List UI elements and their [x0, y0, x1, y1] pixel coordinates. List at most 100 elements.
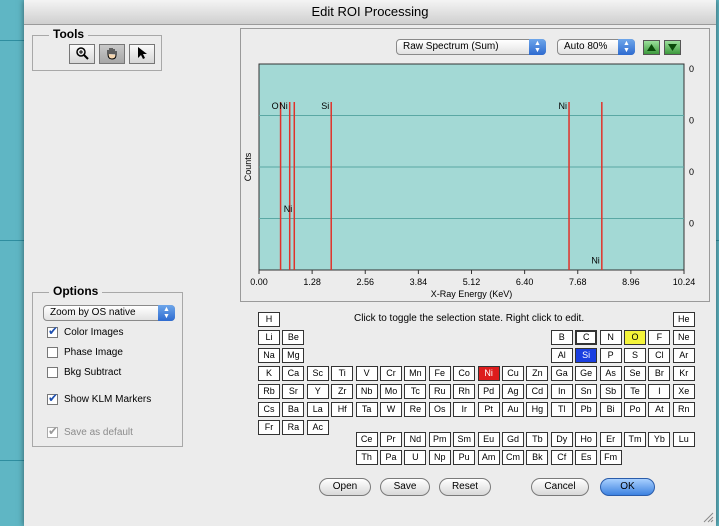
element-button-y[interactable]: Y: [306, 384, 329, 399]
element-button-li[interactable]: Li: [258, 330, 280, 345]
element-button-pr[interactable]: Pr: [380, 432, 402, 447]
scale-up-button[interactable]: [643, 40, 660, 55]
element-button-b[interactable]: B: [550, 330, 573, 345]
element-button-ga[interactable]: Ga: [550, 366, 573, 381]
color-images-checkbox[interactable]: Color Images: [47, 324, 123, 339]
element-button-u[interactable]: U: [404, 450, 427, 465]
element-button-cm[interactable]: Cm: [502, 450, 524, 465]
element-button-tc[interactable]: Tc: [404, 384, 427, 399]
element-button-re[interactable]: Re: [404, 402, 427, 417]
element-button-be[interactable]: Be: [282, 330, 305, 345]
element-button-co[interactable]: Co: [453, 366, 476, 381]
element-button-fe[interactable]: Fe: [428, 366, 451, 381]
show-klm-markers-checkbox[interactable]: Show KLM Markers: [47, 391, 151, 406]
element-button-o[interactable]: O: [624, 330, 646, 345]
element-button-c[interactable]: C: [575, 330, 598, 345]
element-button-ba[interactable]: Ba: [282, 402, 305, 417]
open-button[interactable]: Open: [319, 478, 371, 496]
element-button-cs[interactable]: Cs: [258, 402, 280, 417]
element-button-w[interactable]: W: [380, 402, 402, 417]
element-button-n[interactable]: N: [599, 330, 622, 345]
element-button-pa[interactable]: Pa: [380, 450, 402, 465]
element-button-at[interactable]: At: [648, 402, 671, 417]
element-button-na[interactable]: Na: [258, 348, 280, 363]
element-button-si[interactable]: Si: [575, 348, 598, 363]
element-button-ca[interactable]: Ca: [282, 366, 305, 381]
element-button-he[interactable]: He: [672, 312, 695, 327]
element-button-os[interactable]: Os: [428, 402, 451, 417]
element-button-dy[interactable]: Dy: [550, 432, 573, 447]
element-button-br[interactable]: Br: [648, 366, 671, 381]
element-button-tl[interactable]: Tl: [550, 402, 573, 417]
spectrum-chart[interactable]: 0 0 0 0 0.00 1.28 2.56 3.84 5.12 6.40 7.68 8.96 10.2…: [241, 61, 709, 301]
element-button-sc[interactable]: Sc: [306, 366, 329, 381]
element-button-sr[interactable]: Sr: [282, 384, 305, 399]
element-button-gd[interactable]: Gd: [502, 432, 524, 447]
phase-image-checkbox[interactable]: Phase Image: [47, 345, 123, 359]
element-button-ta[interactable]: Ta: [355, 402, 378, 417]
element-button-cd[interactable]: Cd: [526, 384, 549, 399]
element-button-pb[interactable]: Pb: [575, 402, 598, 417]
element-button-sn[interactable]: Sn: [575, 384, 598, 399]
zoom-mode-select[interactable]: Zoom by OS native ▲ ▼: [43, 305, 175, 321]
element-button-tb[interactable]: Tb: [526, 432, 549, 447]
ok-button[interactable]: OK: [600, 478, 655, 496]
element-button-es[interactable]: Es: [575, 450, 598, 465]
spectrum-source-select[interactable]: Raw Spectrum (Sum) ▲ ▼: [396, 39, 546, 55]
scale-select[interactable]: Auto 80% ▲ ▼: [557, 39, 635, 55]
element-button-ge[interactable]: Ge: [575, 366, 598, 381]
save-button[interactable]: Save: [380, 478, 430, 496]
element-button-ru[interactable]: Ru: [428, 384, 451, 399]
element-button-np[interactable]: Np: [428, 450, 451, 465]
element-button-am[interactable]: Am: [477, 450, 500, 465]
element-button-bi[interactable]: Bi: [599, 402, 622, 417]
element-button-th[interactable]: Th: [355, 450, 378, 465]
element-button-f[interactable]: F: [648, 330, 671, 345]
element-button-ag[interactable]: Ag: [502, 384, 524, 399]
element-button-in[interactable]: In: [550, 384, 573, 399]
element-button-ti[interactable]: Ti: [331, 366, 354, 381]
element-button-nb[interactable]: Nb: [355, 384, 378, 399]
element-button-hg[interactable]: Hg: [526, 402, 549, 417]
element-button-pd[interactable]: Pd: [477, 384, 500, 399]
scale-down-button[interactable]: [664, 40, 681, 55]
element-button-rb[interactable]: Rb: [258, 384, 280, 399]
element-button-ra[interactable]: Ra: [282, 420, 305, 435]
element-button-ac[interactable]: Ac: [306, 420, 329, 435]
element-button-ar[interactable]: Ar: [672, 348, 695, 363]
element-button-cr[interactable]: Cr: [380, 366, 402, 381]
element-button-cf[interactable]: Cf: [550, 450, 573, 465]
element-button-cl[interactable]: Cl: [648, 348, 671, 363]
element-button-mn[interactable]: Mn: [404, 366, 427, 381]
element-button-eu[interactable]: Eu: [477, 432, 500, 447]
element-button-zr[interactable]: Zr: [331, 384, 354, 399]
element-button-sb[interactable]: Sb: [599, 384, 622, 399]
resize-grip-icon[interactable]: [702, 511, 714, 523]
arrow-pointer-tool-button[interactable]: [129, 44, 155, 64]
element-button-zn[interactable]: Zn: [526, 366, 549, 381]
element-button-i[interactable]: I: [648, 384, 671, 399]
element-button-rn[interactable]: Rn: [672, 402, 695, 417]
element-button-hf[interactable]: Hf: [331, 402, 354, 417]
element-button-h[interactable]: H: [258, 312, 280, 327]
element-button-mg[interactable]: Mg: [282, 348, 305, 363]
element-button-lu[interactable]: Lu: [672, 432, 695, 447]
element-button-la[interactable]: La: [306, 402, 329, 417]
element-button-as[interactable]: As: [599, 366, 622, 381]
element-button-pu[interactable]: Pu: [453, 450, 476, 465]
element-button-rh[interactable]: Rh: [453, 384, 476, 399]
element-button-tm[interactable]: Tm: [624, 432, 646, 447]
element-button-au[interactable]: Au: [502, 402, 524, 417]
window-title[interactable]: Edit ROI Processing: [24, 0, 716, 25]
element-button-fr[interactable]: Fr: [258, 420, 280, 435]
zoom-in-tool-button[interactable]: [69, 44, 95, 64]
element-button-s[interactable]: S: [624, 348, 646, 363]
element-button-pt[interactable]: Pt: [477, 402, 500, 417]
bkg-subtract-checkbox[interactable]: Bkg Subtract: [47, 365, 121, 379]
element-button-te[interactable]: Te: [624, 384, 646, 399]
element-button-fm[interactable]: Fm: [599, 450, 622, 465]
element-button-ne[interactable]: Ne: [672, 330, 695, 345]
element-button-p[interactable]: P: [599, 348, 622, 363]
element-button-pm[interactable]: Pm: [428, 432, 451, 447]
element-button-mo[interactable]: Mo: [380, 384, 402, 399]
